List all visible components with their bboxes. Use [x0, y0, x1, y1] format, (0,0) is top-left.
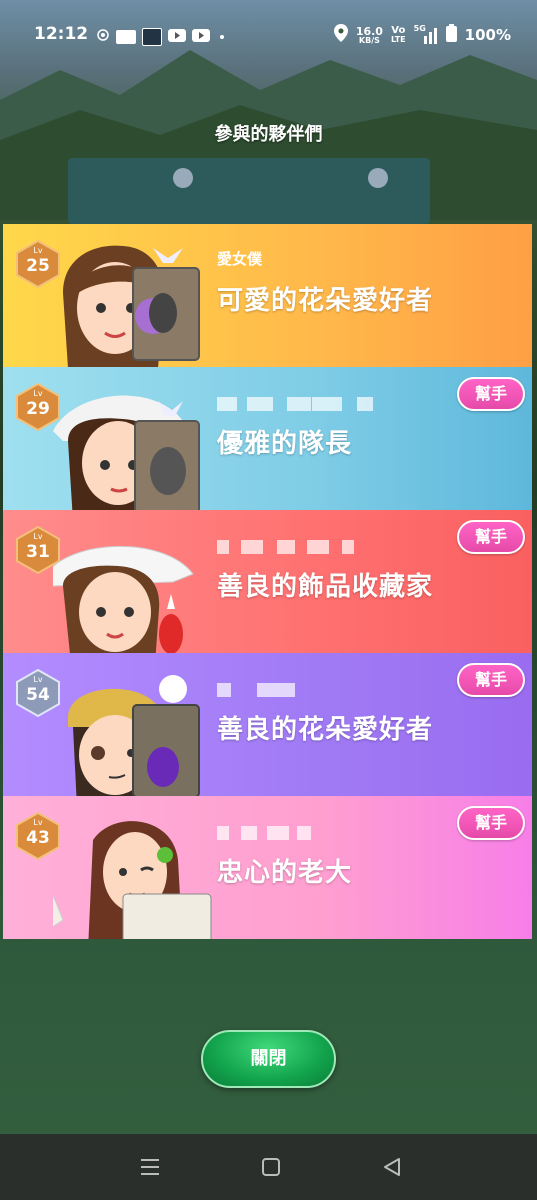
close-button[interactable]: 關閉 [201, 1030, 336, 1088]
youtube-icon [192, 27, 210, 46]
network-speed-value: 16.0 [355, 24, 383, 38]
participant-subtitle: 愛女僕 [217, 250, 263, 268]
game-notification-icon [142, 27, 162, 46]
back-icon[interactable] [382, 1156, 402, 1182]
network-speed: 16.0 KB/S [356, 26, 383, 45]
app-notification-icon [116, 29, 136, 44]
system-nav-bar [0, 1134, 537, 1200]
participant-list: Lv 25 愛女僕 可愛的花朵愛好者 Lv 29 優雅的隊長 幫手 Lv 31 … [3, 224, 532, 939]
home-icon[interactable] [261, 1156, 281, 1182]
status-time: 12:12 [34, 24, 89, 44]
location-pin-icon [333, 24, 348, 46]
participant-title: 善良的花朵愛好者 [217, 715, 434, 745]
help-button[interactable]: 幫手 [457, 377, 525, 411]
help-button[interactable]: 幫手 [457, 520, 525, 554]
participant-card[interactable]: Lv 29 優雅的隊長 幫手 [3, 367, 532, 510]
participant-title: 可愛的花朵愛好者 [217, 286, 434, 316]
battery-percent: 100% [464, 26, 511, 44]
building [68, 158, 430, 224]
blurred-username [217, 826, 387, 840]
building-emblem [173, 168, 193, 188]
mii-avatar [53, 524, 213, 653]
status-bar: 12:12 16.0 KB/S Vo LTE 5G 100% [0, 0, 537, 70]
volte-indicator: Vo LTE [391, 26, 406, 44]
blurred-username [217, 397, 387, 411]
blurred-username [217, 683, 387, 697]
mii-avatar [53, 238, 213, 367]
help-button[interactable]: 幫手 [457, 806, 525, 840]
mii-avatar [53, 381, 213, 510]
status-right-icons: 16.0 KB/S Vo LTE 5G 100% [333, 24, 511, 46]
participant-title: 善良的飾品收藏家 [217, 572, 434, 602]
more-notifications-dot-icon [220, 34, 224, 39]
battery-icon [445, 24, 457, 46]
participant-title: 優雅的隊長 [217, 429, 353, 459]
signal-icon: 5G [414, 24, 438, 44]
building-emblem [368, 168, 388, 188]
page-title: 參與的夥伴們 [214, 124, 323, 145]
participant-card[interactable]: Lv 31 善良的飾品收藏家 幫手 [3, 510, 532, 653]
help-button[interactable]: 幫手 [457, 663, 525, 697]
mii-avatar [53, 810, 213, 939]
network-speed-unit: KB/S [358, 35, 380, 45]
participant-title: 忠心的老大 [217, 858, 353, 888]
mii-avatar [53, 667, 213, 796]
location-target-icon [96, 27, 110, 46]
blurred-username [217, 540, 387, 554]
youtube-icon [168, 27, 186, 46]
status-notification-icons [96, 27, 224, 46]
participant-card[interactable]: Lv 54 善良的花朵愛好者 幫手 [3, 653, 532, 796]
menu-icon[interactable] [140, 1156, 160, 1182]
volte-bottom: LTE [390, 35, 406, 44]
participant-card[interactable]: Lv 43 忠心的老大 幫手 [3, 796, 532, 939]
participant-card[interactable]: Lv 25 愛女僕 可愛的花朵愛好者 [3, 224, 532, 367]
